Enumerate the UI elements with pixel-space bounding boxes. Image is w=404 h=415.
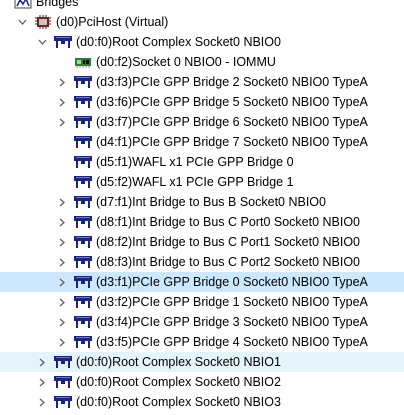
- tree-item-root-complex-nbio0[interactable]: (d0:f0)Root Complex Socket0 NBIO0: [0, 32, 404, 52]
- tree-item-label: (d3:f7)PCIe GPP Bridge 6 Socket0 NBIO0 T…: [96, 115, 368, 129]
- tree-item-label: (d8:f3)Int Bridge to Bus C Port2 Socket0…: [96, 255, 361, 269]
- device-tree[interactable]: Bridges (d0)PciHost (Virtual) (d0:f0)Roo…: [0, 0, 404, 412]
- tree-item-d7-f1[interactable]: (d7:f1)Int Bridge to Bus B Socket0 NBIO0: [0, 192, 404, 212]
- tree-item-label: (d3:f5)PCIe GPP Bridge 4 Socket0 NBIO0 T…: [96, 335, 368, 349]
- tree-item-label: (d0:f0)Root Complex Socket0 NBIO2: [76, 375, 281, 389]
- tree-item-d8-f1[interactable]: (d8:f1)Int Bridge to Bus C Port0 Socket0…: [0, 212, 404, 232]
- tree-item-bridges[interactable]: Bridges: [0, 0, 404, 12]
- chevron-down-icon[interactable]: [16, 12, 28, 32]
- tree-item-d3-f4[interactable]: (d3:f4)PCIe GPP Bridge 3 Socket0 NBIO0 T…: [0, 312, 404, 332]
- pci-bridge-icon: [74, 315, 92, 329]
- tree-item-label: (d3:f2)PCIe GPP Bridge 1 Socket0 NBIO0 T…: [96, 295, 368, 309]
- tree-item-label: (d8:f1)Int Bridge to Bus C Port0 Socket0…: [96, 215, 361, 229]
- tree-item-label: (d8:f2)Int Bridge to Bus C Port1 Socket0…: [96, 235, 361, 249]
- pci-bridge-icon: [74, 195, 92, 209]
- tree-item-d3-f1[interactable]: (d3:f1)PCIe GPP Bridge 0 Socket0 NBIO0 T…: [0, 272, 404, 292]
- tree-item-d3-f2[interactable]: (d3:f2)PCIe GPP Bridge 1 Socket0 NBIO0 T…: [0, 292, 404, 312]
- chevron-right-icon[interactable]: [56, 232, 68, 252]
- pci-bridge-icon: [74, 235, 92, 249]
- pci-bridge-icon: [74, 255, 92, 269]
- tree-item-label: (d5:f2)WAFL x1 PCIe GPP Bridge 1: [96, 175, 294, 189]
- chevron-right-icon[interactable]: [56, 92, 68, 112]
- pci-bridge-icon: [74, 75, 92, 89]
- chevron-right-icon[interactable]: [36, 352, 48, 372]
- tree-item-d0-f2[interactable]: (d0:f2)Socket 0 NBIO0 - IOMMU: [0, 52, 404, 72]
- pci-bridge-icon: [74, 95, 92, 109]
- chevron-right-icon[interactable]: [56, 292, 68, 312]
- chevron-right-icon[interactable]: [56, 272, 68, 292]
- pci-bridge-icon: [74, 215, 92, 229]
- tree-item-d5-f2[interactable]: (d5:f2)WAFL x1 PCIe GPP Bridge 1: [0, 172, 404, 192]
- bridges-icon: [14, 0, 32, 9]
- chevron-right-icon[interactable]: [36, 392, 48, 412]
- tree-item-label: (d3:f3)PCIe GPP Bridge 2 Socket0 NBIO0 T…: [96, 75, 368, 89]
- chevron-right-icon[interactable]: [56, 252, 68, 272]
- chevron-right-icon[interactable]: [56, 312, 68, 332]
- chevron-right-icon[interactable]: [56, 212, 68, 232]
- iommu-chip-icon: [74, 55, 92, 69]
- pci-bridge-icon: [74, 135, 92, 149]
- pci-bridge-icon: [74, 175, 92, 189]
- pci-host-icon: [34, 15, 52, 29]
- tree-item-root-complex-1[interactable]: (d0:f0)Root Complex Socket0 NBIO1: [0, 352, 404, 372]
- tree-item-label: (d0)PciHost (Virtual): [56, 15, 169, 29]
- pci-bridge-icon: [74, 275, 92, 289]
- tree-item-d4-f1[interactable]: (d4:f1)PCIe GPP Bridge 7 Socket0 NBIO0 T…: [0, 132, 404, 152]
- tree-item-label: Bridges: [36, 0, 79, 9]
- pci-bridge-icon: [74, 295, 92, 309]
- tree-item-label: (d0:f0)Root Complex Socket0 NBIO3: [76, 395, 281, 409]
- tree-item-label: (d0:f2)Socket 0 NBIO0 - IOMMU: [96, 55, 276, 69]
- tree-item-label: (d0:f0)Root Complex Socket0 NBIO0: [76, 35, 281, 49]
- tree-item-d3-f3[interactable]: (d3:f3)PCIe GPP Bridge 2 Socket0 NBIO0 T…: [0, 72, 404, 92]
- pci-bridge-icon: [54, 35, 72, 49]
- chevron-right-icon[interactable]: [56, 332, 68, 352]
- tree-item-label: (d7:f1)Int Bridge to Bus B Socket0 NBIO0: [96, 195, 326, 209]
- pci-bridge-icon: [54, 395, 72, 409]
- chevron-down-icon[interactable]: [36, 32, 48, 52]
- pci-bridge-icon: [74, 115, 92, 129]
- tree-item-d8-f3[interactable]: (d8:f3)Int Bridge to Bus C Port2 Socket0…: [0, 252, 404, 272]
- tree-item-d8-f2[interactable]: (d8:f2)Int Bridge to Bus C Port1 Socket0…: [0, 232, 404, 252]
- tree-item-d3-f6[interactable]: (d3:f6)PCIe GPP Bridge 5 Socket0 NBIO0 T…: [0, 92, 404, 112]
- tree-item-label: (d5:f1)WAFL x1 PCIe GPP Bridge 0: [96, 155, 294, 169]
- pci-bridge-icon: [74, 335, 92, 349]
- tree-item-root-complex-2[interactable]: (d0:f0)Root Complex Socket0 NBIO2: [0, 372, 404, 392]
- pci-bridge-icon: [54, 355, 72, 369]
- tree-item-root-complex-3[interactable]: (d0:f0)Root Complex Socket0 NBIO3: [0, 392, 404, 412]
- chevron-right-icon[interactable]: [56, 72, 68, 92]
- tree-item-label: (d3:f6)PCIe GPP Bridge 5 Socket0 NBIO0 T…: [96, 95, 368, 109]
- tree-item-pcihost[interactable]: (d0)PciHost (Virtual): [0, 12, 404, 32]
- pci-bridge-icon: [74, 155, 92, 169]
- tree-item-label: (d0:f0)Root Complex Socket0 NBIO1: [76, 355, 281, 369]
- chevron-right-icon[interactable]: [56, 192, 68, 212]
- tree-item-d3-f7[interactable]: (d3:f7)PCIe GPP Bridge 6 Socket0 NBIO0 T…: [0, 112, 404, 132]
- pci-bridge-icon: [54, 375, 72, 389]
- tree-item-label: (d3:f1)PCIe GPP Bridge 0 Socket0 NBIO0 T…: [96, 275, 368, 289]
- tree-item-label: (d4:f1)PCIe GPP Bridge 7 Socket0 NBIO0 T…: [96, 135, 368, 149]
- tree-item-d3-f5[interactable]: (d3:f5)PCIe GPP Bridge 4 Socket0 NBIO0 T…: [0, 332, 404, 352]
- chevron-right-icon[interactable]: [36, 372, 48, 392]
- tree-item-d5-f1[interactable]: (d5:f1)WAFL x1 PCIe GPP Bridge 0: [0, 152, 404, 172]
- tree-item-label: (d3:f4)PCIe GPP Bridge 3 Socket0 NBIO0 T…: [96, 315, 368, 329]
- chevron-right-icon[interactable]: [56, 112, 68, 132]
